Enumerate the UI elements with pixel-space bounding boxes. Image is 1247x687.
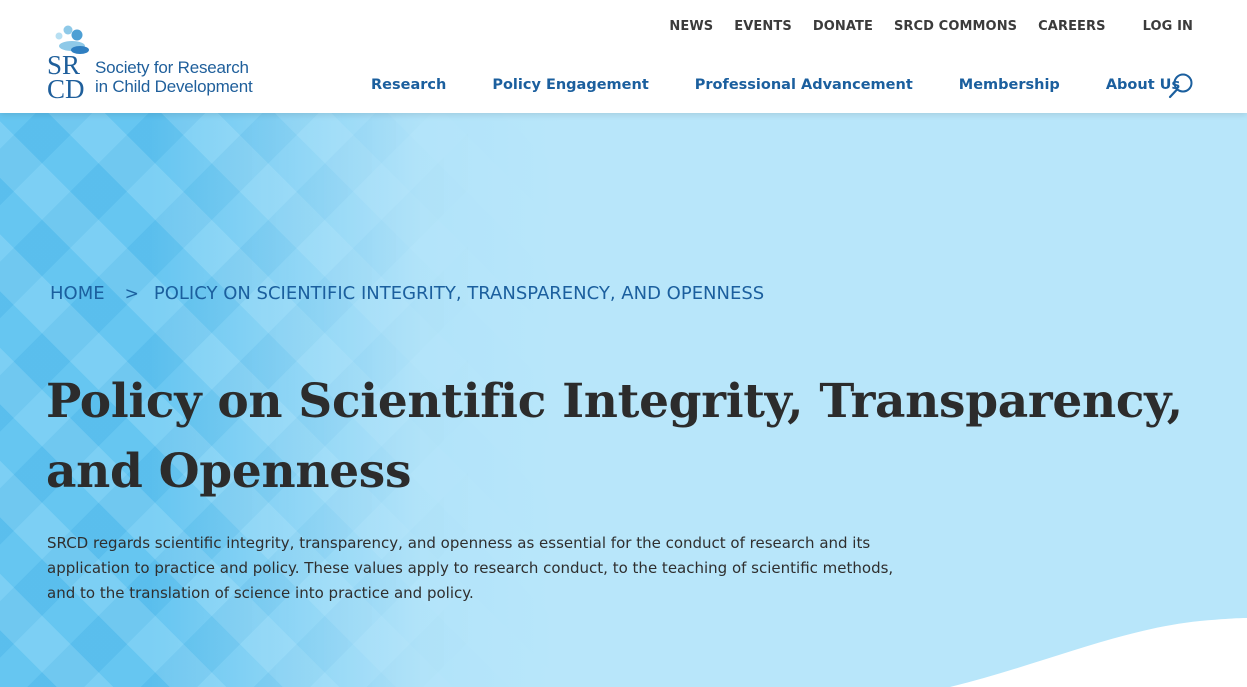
util-link-news[interactable]: NEWS [669,19,713,34]
breadcrumb: HOME > POLICY ON SCIENTIFIC INTEGRITY, T… [50,283,764,304]
page-title: Policy on Scientific Integrity, Transpar… [46,374,1183,499]
srcd-logo[interactable]: SR CD Society for Research in Child Deve… [46,24,286,100]
breadcrumb-home-link[interactable]: HOME [50,283,105,304]
login-link[interactable]: LOG IN [1143,19,1193,34]
hero-banner: HOME > POLICY ON SCIENTIFIC INTEGRITY, T… [0,113,1247,687]
util-link-careers[interactable]: CAREERS [1038,19,1105,34]
hero-bottom-wave [950,618,1247,687]
util-link-events[interactable]: EVENTS [734,19,792,34]
breadcrumb-current: POLICY ON SCIENTIFIC INTEGRITY, TRANSPAR… [153,283,765,304]
srcd-logo-mark: SR CD [47,25,89,100]
nav-item-research[interactable]: Research [371,77,446,93]
util-link-srcd-commons[interactable]: SRCD COMMONS [894,19,1017,34]
logo-wordmark: Society for Research in Child Developmen… [95,58,253,96]
logo-abbr-bottom: CD [47,74,85,100]
nav-item-policy-engagement[interactable]: Policy Engagement [492,77,648,93]
main-nav: Research Policy Engagement Professional … [371,77,1226,93]
search-icon [1168,73,1193,99]
chevron-right-icon: > [124,283,139,304]
nav-item-professional-advancement[interactable]: Professional Advancement [695,77,913,93]
intro-paragraph: SRCD regards scientific integrity, trans… [47,534,894,602]
logo-line-2: in Child Development [95,77,253,96]
search-button[interactable] [1166,71,1196,101]
utility-nav: NEWS EVENTS DONATE SRCD COMMONS CAREERS … [648,19,1193,34]
util-link-donate[interactable]: DONATE [813,19,873,34]
logo-line-1: Society for Research [95,58,249,77]
site-header: SR CD Society for Research in Child Deve… [0,0,1247,113]
nav-item-membership[interactable]: Membership [959,77,1060,93]
